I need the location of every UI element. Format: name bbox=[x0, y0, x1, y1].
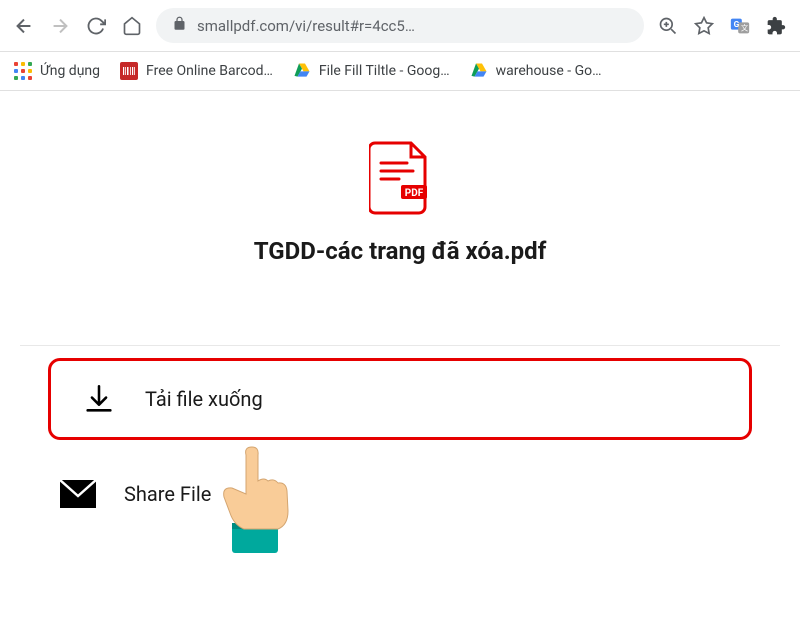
file-display: PDF TGDD-các trang đã xóa.pdf bbox=[20, 141, 780, 265]
bookmarks-bar: Ứng dụng Free Online Barcod… File Fill T… bbox=[0, 52, 800, 91]
browser-toolbar: smallpdf.com/vi/result#r=4cc5… G文 bbox=[0, 0, 800, 52]
translate-icon[interactable]: G文 bbox=[728, 14, 752, 38]
bookmark-label: File Fill Tiltle - Goog… bbox=[319, 63, 450, 79]
address-bar[interactable]: smallpdf.com/vi/result#r=4cc5… bbox=[156, 8, 644, 43]
action-label: Tải file xuống bbox=[145, 387, 263, 411]
page-content: PDF TGDD-các trang đã xóa.pdf Tải file x… bbox=[0, 91, 800, 556]
back-button[interactable] bbox=[12, 14, 36, 38]
bookmark-label: Ứng dụng bbox=[40, 63, 100, 79]
bookmark-label: warehouse - Go… bbox=[496, 63, 602, 79]
bookmark-label: Free Online Barcod… bbox=[146, 63, 273, 79]
reload-button[interactable] bbox=[84, 14, 108, 38]
file-name: TGDD-các trang đã xóa.pdf bbox=[20, 237, 780, 265]
svg-text:G: G bbox=[734, 19, 740, 29]
barcode-favicon bbox=[120, 62, 138, 80]
lock-icon bbox=[172, 16, 187, 35]
drive-favicon bbox=[470, 62, 488, 80]
pdf-file-icon: PDF bbox=[369, 141, 431, 219]
action-label: Share File bbox=[124, 482, 211, 506]
forward-button[interactable] bbox=[48, 14, 72, 38]
bookmark-barcode[interactable]: Free Online Barcod… bbox=[120, 62, 273, 80]
share-button[interactable]: Share File bbox=[20, 452, 780, 536]
download-button[interactable]: Tải file xuống bbox=[48, 358, 752, 440]
action-list: Tải file xuống Share File bbox=[20, 345, 780, 536]
star-icon[interactable] bbox=[692, 14, 716, 38]
envelope-icon bbox=[60, 476, 96, 512]
svg-text:文: 文 bbox=[741, 23, 749, 32]
zoom-icon[interactable] bbox=[656, 14, 680, 38]
url-text: smallpdf.com/vi/result#r=4cc5… bbox=[197, 17, 415, 35]
download-icon bbox=[81, 381, 117, 417]
apps-icon bbox=[14, 62, 32, 80]
bookmark-apps[interactable]: Ứng dụng bbox=[14, 62, 100, 80]
svg-text:PDF: PDF bbox=[405, 188, 424, 199]
bookmark-filefill[interactable]: File Fill Tiltle - Goog… bbox=[293, 62, 450, 80]
bookmark-warehouse[interactable]: warehouse - Go… bbox=[470, 62, 602, 80]
drive-favicon bbox=[293, 62, 311, 80]
extensions-icon[interactable] bbox=[764, 14, 788, 38]
home-button[interactable] bbox=[120, 14, 144, 38]
